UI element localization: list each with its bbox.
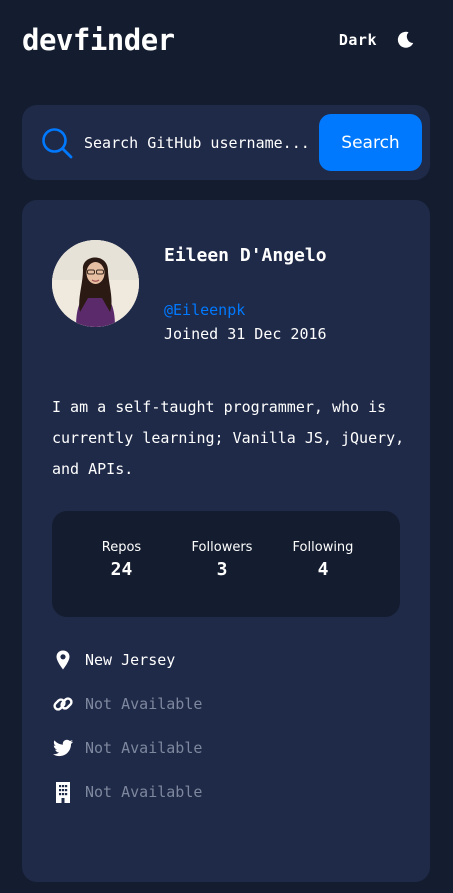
search-input[interactable] [84, 125, 334, 161]
search-button[interactable]: Search [319, 114, 422, 171]
link-icon [53, 697, 73, 711]
moon-icon [397, 31, 414, 48]
app-header: devfinder Dark [22, 18, 415, 62]
profile-joined-date: Joined 31 Dec 2016 [164, 325, 327, 343]
search-icon [42, 128, 73, 159]
stat-followers: Followers 3 [180, 540, 264, 580]
avatar-photo [52, 240, 139, 327]
stat-value: 24 [110, 559, 133, 580]
stat-following: Following 4 [280, 540, 366, 580]
twitter-icon [53, 739, 73, 757]
stat-value: 3 [216, 559, 228, 580]
profile-name: Eileen D'Angelo [164, 245, 327, 266]
search-bar: Search [22, 105, 430, 180]
link-location: New Jersey [52, 648, 352, 672]
profile-bio: I am a self-taught programmer, who is cu… [52, 398, 405, 478]
profile-card: Eileen D'Angelo @Eileenpk Joined 31 Dec … [22, 200, 430, 882]
link-company: Not Available [52, 780, 352, 804]
link-twitter-text: Not Available [85, 739, 203, 757]
link-location-text: New Jersey [85, 651, 176, 669]
profile-handle-link[interactable]: @Eileenpk [164, 301, 245, 319]
link-twitter: Not Available [52, 736, 352, 760]
stat-label: Followers [191, 540, 253, 555]
link-blog-text: Not Available [85, 695, 203, 713]
stat-label: Following [292, 540, 354, 555]
app-logo: devfinder [22, 23, 175, 57]
company-icon [56, 782, 70, 803]
link-company-text: Not Available [85, 783, 203, 801]
theme-toggle-label: Dark [338, 31, 377, 49]
link-blog: Not Available [52, 692, 352, 716]
theme-toggle[interactable]: Dark [339, 30, 415, 50]
location-icon [56, 650, 70, 670]
stat-repos: Repos 24 [90, 540, 153, 580]
stat-value: 4 [317, 559, 329, 580]
stats-panel: Repos 24 Followers 3 Following 4 [52, 511, 400, 617]
stat-label: Repos [101, 540, 142, 555]
avatar [52, 240, 139, 327]
